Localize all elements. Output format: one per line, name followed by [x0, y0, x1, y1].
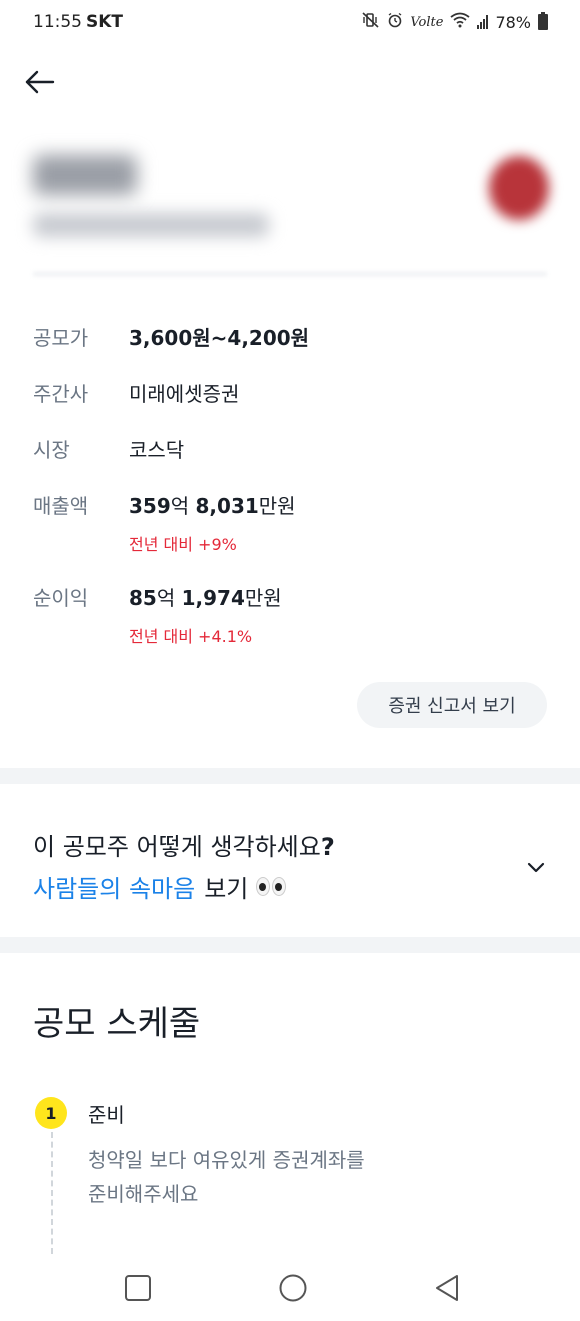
- chevron-down-icon[interactable]: [524, 855, 548, 879]
- home-circle-icon: [279, 1274, 307, 1302]
- underwriter-label: 주간사: [33, 382, 89, 406]
- market-label: 시장: [33, 438, 70, 462]
- info-row-underwriter: 주간사 미래에셋증권: [33, 378, 239, 407]
- underwriter-value: 미래에셋증권: [129, 382, 240, 406]
- step-title: 준비: [88, 1103, 125, 1127]
- revenue-label: 매출액: [33, 494, 89, 518]
- recents-square-icon: [125, 1275, 151, 1301]
- status-left: 11:55 SKT: [33, 12, 123, 32]
- profit-label: 순이익: [33, 586, 89, 610]
- opinion-link-row: 사람들의 속마음 보기: [33, 869, 287, 904]
- home-button[interactable]: [269, 1264, 317, 1312]
- info-row-revenue: 매출액 359억 8,031만원 전년 대비 +9%: [33, 490, 296, 555]
- wifi-icon: [450, 12, 470, 32]
- company-logo-redacted: [489, 156, 549, 220]
- recents-button[interactable]: [114, 1264, 162, 1312]
- opinion-link[interactable]: 사람들의 속마음: [33, 869, 195, 904]
- status-bar: 11:55 SKT Volte 78%: [0, 0, 580, 44]
- price-label: 공모가: [33, 326, 89, 350]
- profit-change: 전년 대비 +4.1%: [129, 627, 253, 646]
- market-value: 코스닥: [129, 438, 185, 462]
- revenue-value-block: 359억 8,031만원 전년 대비 +9%: [129, 490, 296, 555]
- battery-icon: [538, 12, 548, 30]
- view-securities-report-button[interactable]: 증권 신고서 보기: [357, 682, 547, 728]
- info-row-market: 시장 코스닥: [33, 434, 184, 463]
- profit-value: 85억 1,974만원: [129, 586, 282, 610]
- back-button[interactable]: [20, 62, 60, 102]
- opinion-question: 이 공모주 어떻게 생각하세요?: [33, 833, 335, 861]
- signal-icon: [477, 15, 489, 29]
- alarm-icon: [387, 12, 403, 32]
- company-name-redacted: [33, 155, 137, 195]
- system-back-button[interactable]: [423, 1264, 471, 1312]
- schedule-title: 공모 스케줄: [33, 1004, 201, 1044]
- arrow-left-icon: [25, 70, 55, 94]
- price-value: 3,600원~4,200원: [129, 326, 310, 350]
- company-header: [0, 140, 580, 280]
- status-right: Volte 78%: [362, 12, 548, 32]
- opinion-link-rest: 보기: [204, 875, 249, 903]
- mute-vibrate-icon: [362, 12, 380, 32]
- step-number-badge: 1: [35, 1097, 67, 1129]
- section-divider: [0, 937, 580, 953]
- profit-value-block: 85억 1,974만원 전년 대비 +4.1%: [129, 582, 282, 647]
- info-row-profit: 순이익 85억 1,974만원 전년 대비 +4.1%: [33, 582, 282, 647]
- back-triangle-icon: [436, 1275, 458, 1301]
- revenue-value: 359억 8,031만원: [129, 494, 296, 518]
- eyes-emoji-icon: [256, 877, 287, 896]
- step-connector-line: [51, 1132, 53, 1254]
- info-row-price: 공모가 3,600원~4,200원: [33, 322, 309, 351]
- status-time: 11:55: [33, 12, 82, 32]
- step-description: 청약일 보다 여유있게 증권계좌를 준비해주세요: [88, 1148, 365, 1206]
- status-carrier: SKT: [86, 12, 124, 32]
- opinion-section[interactable]: 이 공모주 어떻게 생각하세요? 사람들의 속마음 보기: [0, 785, 580, 937]
- header-divider: [33, 272, 547, 276]
- battery-percent: 78%: [495, 12, 531, 32]
- volte-icon: Volte: [410, 14, 444, 30]
- system-nav-bar: [0, 1255, 580, 1321]
- section-divider: [0, 768, 580, 784]
- revenue-change: 전년 대비 +9%: [129, 535, 237, 554]
- company-subtitle-redacted: [33, 213, 269, 237]
